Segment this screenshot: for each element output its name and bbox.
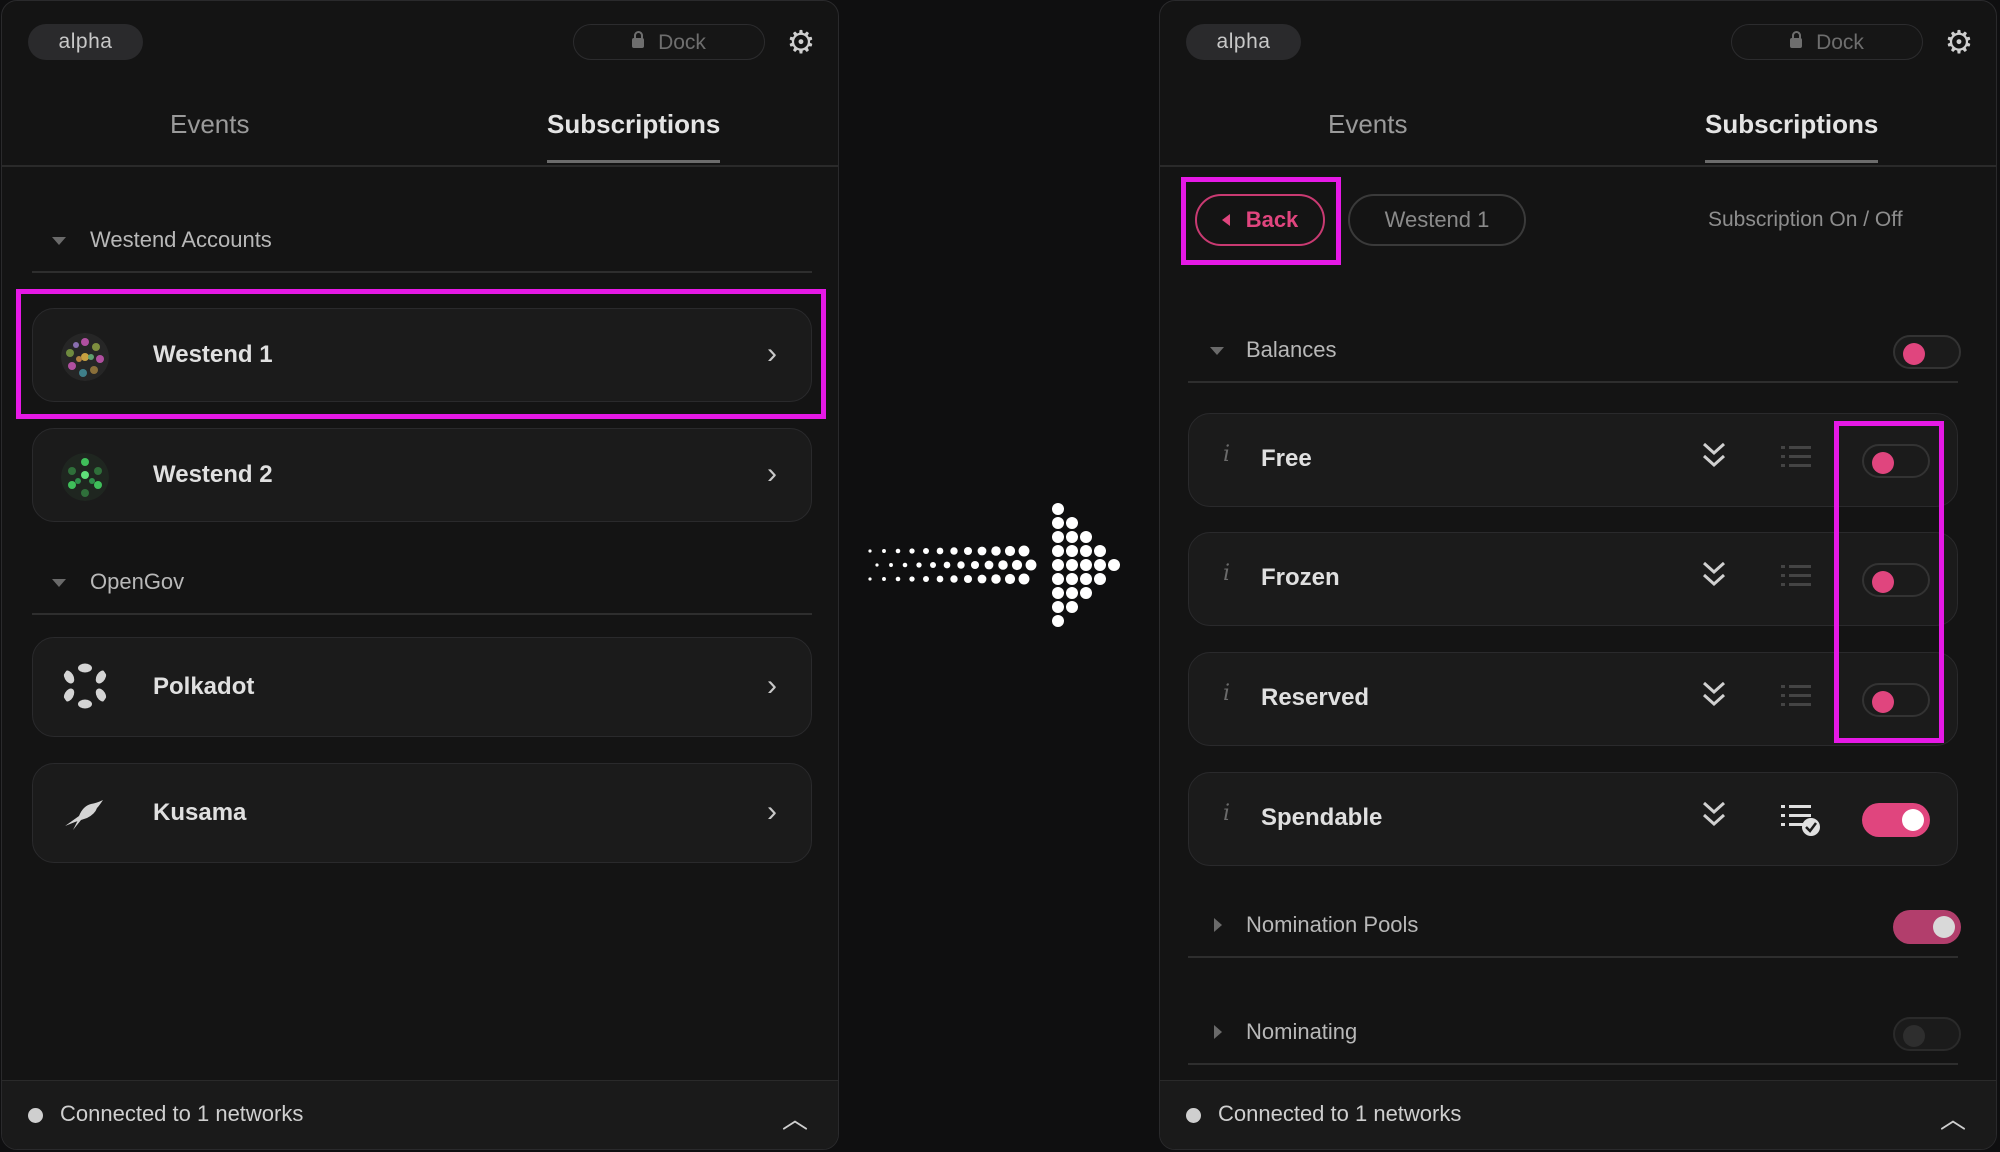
toggle-knob [1872,691,1894,713]
subscription-label: Frozen [1261,564,1340,591]
breadcrumb-account[interactable]: Westend 1 [1348,194,1526,246]
alpha-badge: alpha [28,24,143,60]
subscription-row-frozen: i Frozen [1188,532,1958,626]
double-chevron-down-icon[interactable] [1701,679,1727,709]
caret-left-icon [1221,214,1230,226]
chevron-up-icon[interactable]: ︿ [782,1099,808,1136]
chevron-right-icon: › [767,669,777,702]
connection-status-bar[interactable]: Connected to 1 networks ︿ [2,1080,838,1149]
group-label: Nominating [1246,1019,1358,1044]
kusama-bird-icon [65,800,103,830]
subscription-row-spendable: i Spendable [1188,772,1958,866]
info-icon[interactable]: i [1223,561,1230,586]
double-chevron-down-icon[interactable] [1701,440,1727,470]
nominating-toggle[interactable] [1893,1017,1961,1051]
polkadot-icon [63,663,107,709]
connection-status-bar[interactable]: Connected to 1 networks ︿ [1160,1080,1996,1149]
status-dot [28,1108,43,1123]
info-icon[interactable]: i [1223,681,1230,706]
group-header-nominating[interactable]: Nominating [1188,1003,1961,1065]
chevron-right-icon: › [767,457,777,490]
back-label: Back [1245,207,1299,232]
group-label: Balances [1246,337,1337,362]
group-label: Westend Accounts [90,227,272,252]
tab-events[interactable]: Events [170,109,250,140]
account-item-polkadot[interactable]: Polkadot › [32,637,812,737]
double-chevron-down-icon[interactable] [1701,559,1727,589]
subscription-label: Free [1261,445,1312,472]
tab-bar: Events Subscriptions [2,95,838,167]
connection-status-text: Connected to 1 networks [60,1101,304,1126]
caret-down-icon [52,579,66,587]
group-header-nomination-pools[interactable]: Nomination Pools [1188,896,1961,958]
chevron-right-icon: › [767,795,777,828]
lock-icon [632,31,645,48]
info-icon[interactable]: i [1223,801,1230,826]
tab-bar: Events Subscriptions [1160,95,1996,167]
dock-label: Dock [658,31,706,54]
group-header-opengov[interactable]: OpenGov [32,553,812,615]
list-icon[interactable] [1781,563,1811,589]
list-icon[interactable] [1781,683,1811,709]
subscription-row-free: i Free [1188,413,1958,507]
group-header-balances[interactable]: Balances [1188,321,1961,383]
group-header-westend-accounts[interactable]: Westend Accounts [32,211,812,273]
account-item-westend-2[interactable]: Westend 2 › [32,428,812,522]
caret-right-icon [1214,1025,1222,1039]
westend-1-avatar [61,333,109,381]
subscription-label: Spendable [1261,804,1383,831]
toggle-knob [1903,343,1925,365]
spendable-toggle[interactable] [1862,803,1930,837]
gear-icon[interactable]: ⚙ [784,25,818,59]
connection-status-text: Connected to 1 networks [1218,1101,1462,1126]
toggle-knob [1902,809,1924,831]
toggle-knob [1933,916,1955,938]
subscriptions-panel-accounts: alpha Dock ⚙ Events Subscriptions Westen… [1,0,839,1150]
account-item-kusama[interactable]: Kusama › [32,763,812,863]
balances-group-toggle[interactable] [1893,335,1961,369]
tab-subscriptions[interactable]: Subscriptions [1705,109,1879,163]
list-check-icon[interactable] [1781,803,1823,837]
account-name: Kusama [153,799,247,826]
westend-2-avatar [61,453,109,501]
account-name: Westend 1 [153,341,273,368]
caret-down-icon [52,237,66,245]
dock-button[interactable]: Dock [1731,24,1923,60]
tab-subscriptions[interactable]: Subscriptions [547,109,721,163]
toggle-knob [1872,452,1894,474]
dock-button[interactable]: Dock [573,24,765,60]
account-item-westend-1[interactable]: Westend 1 › [32,308,812,402]
subscription-label: Reserved [1261,684,1370,711]
list-icon[interactable] [1781,444,1811,470]
caret-right-icon [1214,918,1222,932]
subscriptions-panel-account-detail: alpha Dock ⚙ Events Subscriptions Back W… [1159,0,1997,1150]
account-name: Polkadot [153,673,255,700]
group-label: Nomination Pools [1246,912,1419,937]
info-icon[interactable]: i [1223,442,1230,467]
toggle-knob [1872,571,1894,593]
free-toggle[interactable] [1862,444,1930,478]
lock-icon [1790,31,1803,48]
chevron-up-icon[interactable]: ︿ [1940,1099,1966,1136]
double-chevron-down-icon[interactable] [1701,799,1727,829]
subscription-row-reserved: i Reserved [1188,652,1958,746]
nomination-pools-toggle[interactable] [1893,910,1961,944]
account-name: Westend 2 [153,461,273,488]
arrow-right-icon [868,503,1120,627]
subscription-toggle-heading: Subscription On / Off [1708,208,1903,231]
chevron-right-icon: › [767,337,777,370]
toggle-knob [1903,1025,1925,1047]
back-button[interactable]: Back [1195,194,1325,246]
frozen-toggle[interactable] [1862,563,1930,597]
alpha-badge: alpha [1186,24,1301,60]
dock-label: Dock [1816,31,1864,54]
tab-events[interactable]: Events [1328,109,1408,140]
gear-icon[interactable]: ⚙ [1942,25,1976,59]
status-dot [1186,1108,1201,1123]
caret-down-icon [1210,347,1224,355]
group-label: OpenGov [90,569,185,594]
reserved-toggle[interactable] [1862,683,1930,717]
